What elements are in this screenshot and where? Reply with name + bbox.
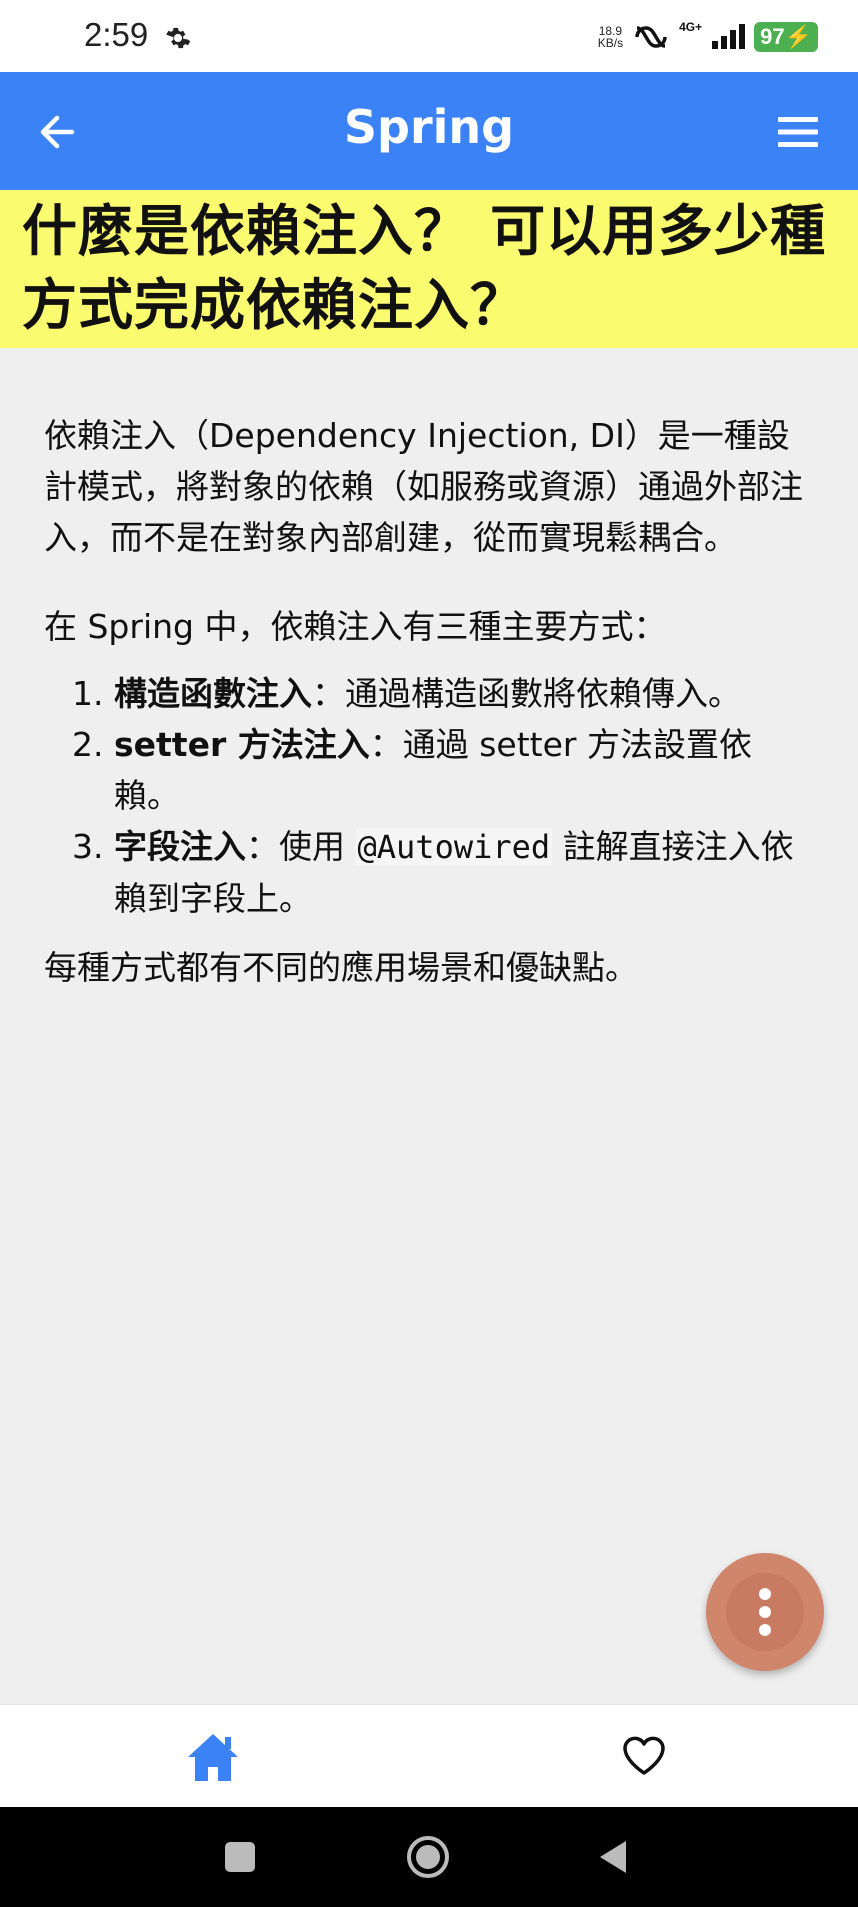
- list-item: setter 方法注入：通過 setter 方法設置依賴。: [114, 719, 804, 821]
- question-banner: 什麼是依賴注入？ 可以用多少種方式完成依賴注入？: [0, 190, 858, 348]
- system-nav-bar: [0, 1807, 858, 1907]
- list-item: 字段注入：使用 @Autowired 註解直接注入依賴到字段上。: [114, 821, 804, 924]
- circle-home-icon[interactable]: [404, 1833, 452, 1881]
- status-bar: 2:59 18.9 KB/s 4G+ 97⚡: [0, 0, 858, 72]
- net-speed: 18.9 KB/s: [598, 25, 623, 49]
- hamburger-menu-icon[interactable]: [768, 102, 828, 162]
- fab-inner: [726, 1573, 804, 1651]
- signal-icon: [712, 24, 746, 49]
- status-time: 2:59: [84, 16, 149, 53]
- method-term: 字段注入: [114, 827, 246, 866]
- injection-methods-list: 構造函數注入：通過構造函數將依賴傳入。 setter 方法注入：通過 sette…: [44, 668, 804, 924]
- method-desc: 通過構造函數將依賴傳入。: [345, 674, 741, 713]
- answer-content: 依賴注入（Dependency Injection, DI）是一種設計模式，將對…: [44, 410, 804, 993]
- battery-indicator: 97⚡: [754, 22, 818, 52]
- more-options-fab[interactable]: [706, 1553, 824, 1671]
- answer-lead: 在 Spring 中，依賴注入有三種主要方式：: [44, 607, 667, 646]
- charging-icon: ⚡: [784, 24, 812, 49]
- question-title: 什麼是依賴注入？ 可以用多少種方式完成依賴注入？: [22, 199, 827, 337]
- more-vertical-icon-dot: [759, 1624, 771, 1636]
- method-desc-before: 使用: [279, 827, 356, 866]
- network-type: 4G+: [679, 20, 703, 34]
- battery-level: 97: [760, 24, 785, 49]
- heart-outline-icon[interactable]: [620, 1731, 668, 1779]
- answer-intro: 依賴注入（Dependency Injection, DI）是一種設計模式，將對…: [44, 416, 803, 557]
- gear-icon: [166, 27, 191, 49]
- net-speed-unit: KB/s: [597, 36, 624, 50]
- triangle-back-icon[interactable]: [592, 1835, 636, 1879]
- app-title: Spring: [343, 100, 515, 154]
- link-icon: [635, 26, 667, 48]
- term-separator: ：: [312, 674, 345, 713]
- list-item: 構造函數注入：通過構造函數將依賴傳入。: [114, 668, 804, 719]
- status-indicators: 18.9 KB/s 4G+ 97⚡: [598, 20, 818, 54]
- bottom-nav: [0, 1704, 858, 1808]
- answer-conclusion: 每種方式都有不同的應用場景和優缺點。: [44, 948, 638, 987]
- home-icon[interactable]: [186, 1731, 240, 1783]
- term-separator: ：: [246, 827, 279, 866]
- annotation-code: @Autowired: [355, 828, 553, 866]
- more-vertical-icon-dot: [759, 1606, 771, 1618]
- app-bar: Spring: [0, 72, 858, 190]
- method-term: setter 方法注入: [114, 725, 370, 764]
- method-term: 構造函數注入: [114, 674, 312, 713]
- more-vertical-icon: [759, 1588, 771, 1600]
- term-separator: ：: [369, 725, 403, 764]
- square-icon[interactable]: [218, 1835, 262, 1879]
